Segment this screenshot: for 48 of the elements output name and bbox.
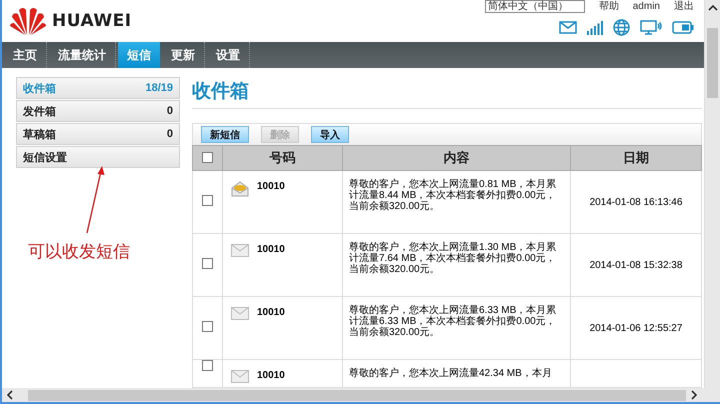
header-link[interactable]: 帮助: [598, 1, 619, 12]
sidebar-item[interactable]: 短信设置: [16, 146, 180, 168]
scroll-up-icon[interactable]: [708, 4, 718, 12]
language-select[interactable]: 简体中文（中国）: [484, 0, 585, 13]
nav-tab[interactable]: 流量统计: [49, 42, 116, 68]
message-date: 2014-01-08 15:32:38: [590, 260, 682, 270]
sender-number: 10010: [257, 244, 285, 255]
signal-icon: [587, 20, 603, 34]
select-all-checkbox[interactable]: [202, 152, 213, 162]
row-checkbox[interactable]: [202, 258, 213, 269]
monitor-icon[interactable]: [640, 20, 662, 35]
message-content: 尊敬的客户，您本次上网流量0.81 MB，本月累计流量8.44 MB，本次本档套餐外扣费0.00元，当前余额320.00元。: [348, 178, 558, 214]
globe-icon[interactable]: [613, 19, 630, 36]
row-checkbox[interactable]: [202, 360, 213, 371]
scroll-left-icon[interactable]: [6, 390, 14, 400]
toolbar-button[interactable]: 导入: [311, 126, 349, 143]
page-title: 收件箱: [192, 78, 702, 109]
message-date: 2014-01-06 12:55:27: [590, 322, 682, 334]
sender-number: 10010: [257, 370, 285, 381]
sender-number: 10010: [257, 307, 285, 318]
sidebar-item[interactable]: 发件箱 0: [16, 100, 180, 122]
horizontal-scrollbar[interactable]: [2, 388, 720, 402]
envelope-icon[interactable]: [559, 21, 577, 34]
message-content: 尊敬的客户，您本次上网流量6.33 MB，本月累计流量6.33 MB，本次本档套餐外扣费0.00元，当前余额320.00元。: [348, 304, 558, 340]
row-checkbox[interactable]: [202, 321, 213, 332]
message-content: 尊敬的客户，您本次上网流量42.34 MB，本月: [348, 366, 553, 381]
message-content: 尊敬的客户，您本次上网流量1.30 MB，本月累计流量7.64 MB，本次本档套餐外扣费0.00元，当前余额320.00元。: [348, 240, 558, 277]
scroll-right-icon[interactable]: [690, 390, 698, 400]
sidebar-item[interactable]: 草稿箱 0: [16, 123, 180, 145]
sender-number: 10010: [257, 181, 285, 192]
nav-tab[interactable]: 设置: [207, 42, 250, 68]
column-header[interactable]: 号码: [222, 146, 342, 170]
message-date: 2014-01-08 16:13:46: [590, 196, 682, 208]
nav-tab[interactable]: 主页: [4, 42, 47, 68]
column-header[interactable]: 内容: [342, 146, 570, 170]
flower-logo-icon: [10, 6, 46, 36]
toolbar-button[interactable]: 新短信: [201, 126, 249, 143]
header-link[interactable]: admin: [632, 1, 660, 12]
vertical-scrollbar[interactable]: [704, 0, 720, 388]
column-header[interactable]: 日期: [570, 146, 702, 170]
battery-icon: [672, 21, 694, 34]
nav-tab[interactable]: 更新: [162, 42, 205, 68]
brand-name: HUAWEI: [52, 11, 132, 31]
row-checkbox[interactable]: [202, 195, 213, 206]
annotation-text: 可以收发短信: [28, 241, 130, 263]
header-link[interactable]: 退出: [674, 1, 694, 12]
scrollbar-thumb[interactable]: [28, 390, 686, 400]
scrollbar-thumb[interactable]: [707, 28, 718, 98]
